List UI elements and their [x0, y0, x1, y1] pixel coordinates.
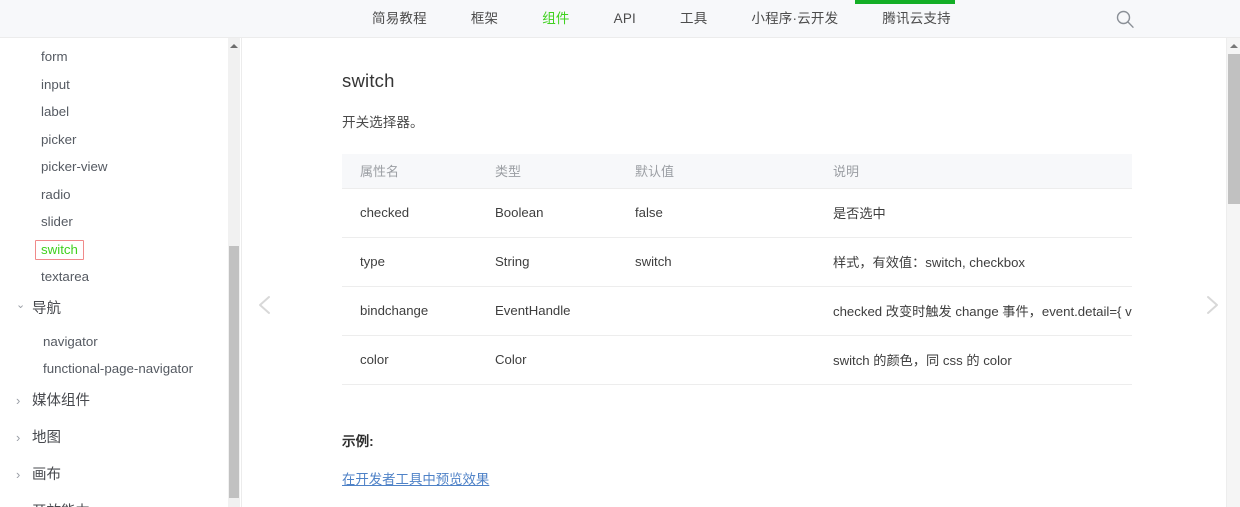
sidebar-item-switch[interactable]: switch — [0, 236, 232, 264]
sidebar-item-label: picker — [41, 131, 77, 147]
cell-attr-name: checked — [342, 188, 477, 238]
preview-in-devtools-link[interactable]: 在开发者工具中预览效果 — [342, 468, 489, 488]
nav-item-components[interactable]: 组件 — [520, 0, 591, 38]
nav-label: 工具 — [680, 11, 708, 26]
sidebar-item-picker-view[interactable]: picker-view — [0, 153, 232, 181]
sidebar-group-label: 导航 — [32, 300, 61, 317]
nav-label: API — [613, 11, 636, 26]
sidebar-group-label: 画布 — [32, 466, 61, 483]
page-load-progress-bar — [0, 0, 1240, 4]
sidebar-group-media[interactable]: 媒体组件 — [0, 383, 232, 420]
sidebar-item-label: functional-page-navigator — [43, 361, 194, 376]
window-scrollbar-thumb[interactable] — [1228, 54, 1240, 204]
main-navigation: 简易教程 框架 组件 API 工具 小程序·云开发 腾讯云支持 — [350, 0, 973, 38]
sidebar-item-form[interactable]: form — [0, 43, 232, 71]
window-scrollbar[interactable] — [1226, 38, 1240, 507]
column-header-description: 说明 — [815, 154, 1132, 189]
sidebar-item-input[interactable]: input — [0, 71, 232, 99]
table-row: color Color switch 的颜色，同 css 的 color — [342, 335, 1132, 385]
chevron-right-icon[interactable] — [1197, 291, 1225, 319]
nav-item-tencent-cloud[interactable]: 腾讯云支持 — [860, 0, 973, 38]
sidebar-item-label[interactable]: label — [0, 98, 232, 126]
cell-attr-name: bindchange — [342, 286, 477, 336]
page-load-progress-fill — [855, 0, 955, 4]
nav-item-framework[interactable]: 框架 — [449, 0, 520, 38]
search-icon[interactable] — [1115, 9, 1135, 29]
cell-attr-default: switch — [617, 237, 815, 287]
cell-attr-name: color — [342, 335, 477, 385]
attributes-table: 属性名 类型 默认值 说明 checked Boolean false 是否选中… — [342, 154, 1132, 385]
table-row: type String switch 样式，有效值：switch, checkb… — [342, 237, 1132, 287]
page-subtitle: 开关选择器。 — [342, 115, 424, 130]
table-row: bindchange EventHandle checked 改变时触发 cha… — [342, 286, 1132, 336]
nav-item-cloud-dev[interactable]: 小程序·云开发 — [729, 0, 860, 38]
chevron-right-icon — [16, 456, 30, 495]
content-pane: switch 开关选择器。 属性名 类型 默认值 说明 checked Bool… — [241, 38, 1225, 507]
cell-attr-type: Color — [477, 335, 617, 385]
sidebar-item-picker[interactable]: picker — [0, 126, 232, 154]
sidebar-item-label: picker-view — [41, 159, 108, 174]
example-heading: 示例: — [342, 433, 374, 449]
nav-label: 小程序·云开发 — [751, 11, 839, 26]
sidebar-item-label: input — [41, 76, 70, 92]
nav-item-tools[interactable]: 工具 — [658, 0, 729, 38]
sidebar-item-label: slider — [41, 214, 73, 229]
chevron-right-icon — [16, 419, 30, 458]
nav-label: 框架 — [470, 11, 499, 26]
table-header-row: 属性名 类型 默认值 说明 — [342, 154, 1132, 189]
cell-attr-desc: switch 的颜色，同 css 的 color — [815, 335, 1132, 385]
column-header-name: 属性名 — [342, 154, 477, 189]
cell-attr-default: false — [617, 188, 815, 238]
sidebar-group-navigation[interactable]: 导航 — [0, 291, 232, 328]
cell-attr-desc: checked 改变时触发 change 事件，event.detail={ v… — [815, 286, 1132, 336]
column-header-type: 类型 — [477, 154, 617, 189]
sidebar-item-functional-page-navigator[interactable]: functional-page-navigator — [0, 355, 232, 383]
cell-attr-default — [617, 335, 815, 385]
sidebar-group-label: 开放能力 — [32, 494, 90, 507]
table-row: checked Boolean false 是否选中 — [342, 188, 1132, 238]
cell-attr-default — [617, 286, 815, 336]
sidebar-group-map[interactable]: 地图 — [0, 420, 232, 457]
scroll-up-arrow-icon[interactable] — [228, 40, 240, 52]
sidebar-group-canvas[interactable]: 画布 — [0, 457, 232, 494]
chevron-left-icon[interactable] — [252, 291, 280, 319]
sidebar-scrollbar[interactable] — [228, 38, 240, 507]
sidebar-navigation: form input label picker picker-view radi… — [0, 38, 232, 507]
sidebar-item-label: textarea — [41, 269, 90, 284]
sidebar-group-label: 媒体组件 — [32, 392, 90, 409]
sidebar-item-textarea[interactable]: textarea — [0, 263, 232, 291]
sidebar-item-slider[interactable]: slider — [0, 208, 232, 236]
documentation-article: switch 开关选择器。 属性名 类型 默认值 说明 checked Bool… — [342, 38, 1132, 507]
chevron-right-icon — [16, 382, 30, 421]
chevron-right-icon — [16, 493, 30, 507]
page-title: switch — [342, 70, 395, 91]
sidebar-item-label: navigator — [43, 333, 98, 349]
nav-item-api[interactable]: API — [592, 0, 658, 38]
chevron-down-icon — [16, 291, 30, 328]
sidebar-item-label: form — [41, 49, 68, 64]
sidebar-group-open-ability[interactable]: 开放能力 — [0, 494, 232, 507]
sidebar-item-navigator[interactable]: navigator — [0, 328, 232, 356]
cell-attr-desc: 是否选中 — [815, 188, 1132, 238]
scroll-up-arrow-icon[interactable] — [1227, 40, 1240, 52]
app-root: 简易教程 框架 组件 API 工具 小程序·云开发 腾讯云支持 form inp… — [0, 0, 1240, 507]
sidebar-item-label: radio — [41, 186, 71, 202]
nav-item-tutorial[interactable]: 简易教程 — [350, 0, 449, 38]
cell-attr-type: EventHandle — [477, 286, 617, 336]
nav-label: 简易教程 — [372, 11, 427, 26]
sidebar-item-radio[interactable]: radio — [0, 181, 232, 209]
column-header-default: 默认值 — [617, 154, 815, 189]
sidebar-item-label: label — [41, 104, 70, 119]
sidebar-group-label: 地图 — [32, 429, 61, 446]
cell-attr-type: String — [477, 237, 617, 287]
cell-attr-desc: 样式，有效值：switch, checkbox — [815, 237, 1132, 287]
nav-label: 组件 — [542, 11, 570, 26]
sidebar-item-label: switch — [35, 239, 84, 260]
sidebar-scrollbar-thumb[interactable] — [229, 246, 239, 498]
nav-label: 腾讯云支持 — [882, 11, 951, 26]
cell-attr-name: type — [342, 237, 477, 287]
site-header: 简易教程 框架 组件 API 工具 小程序·云开发 腾讯云支持 — [0, 0, 1240, 38]
cell-attr-type: Boolean — [477, 188, 617, 238]
